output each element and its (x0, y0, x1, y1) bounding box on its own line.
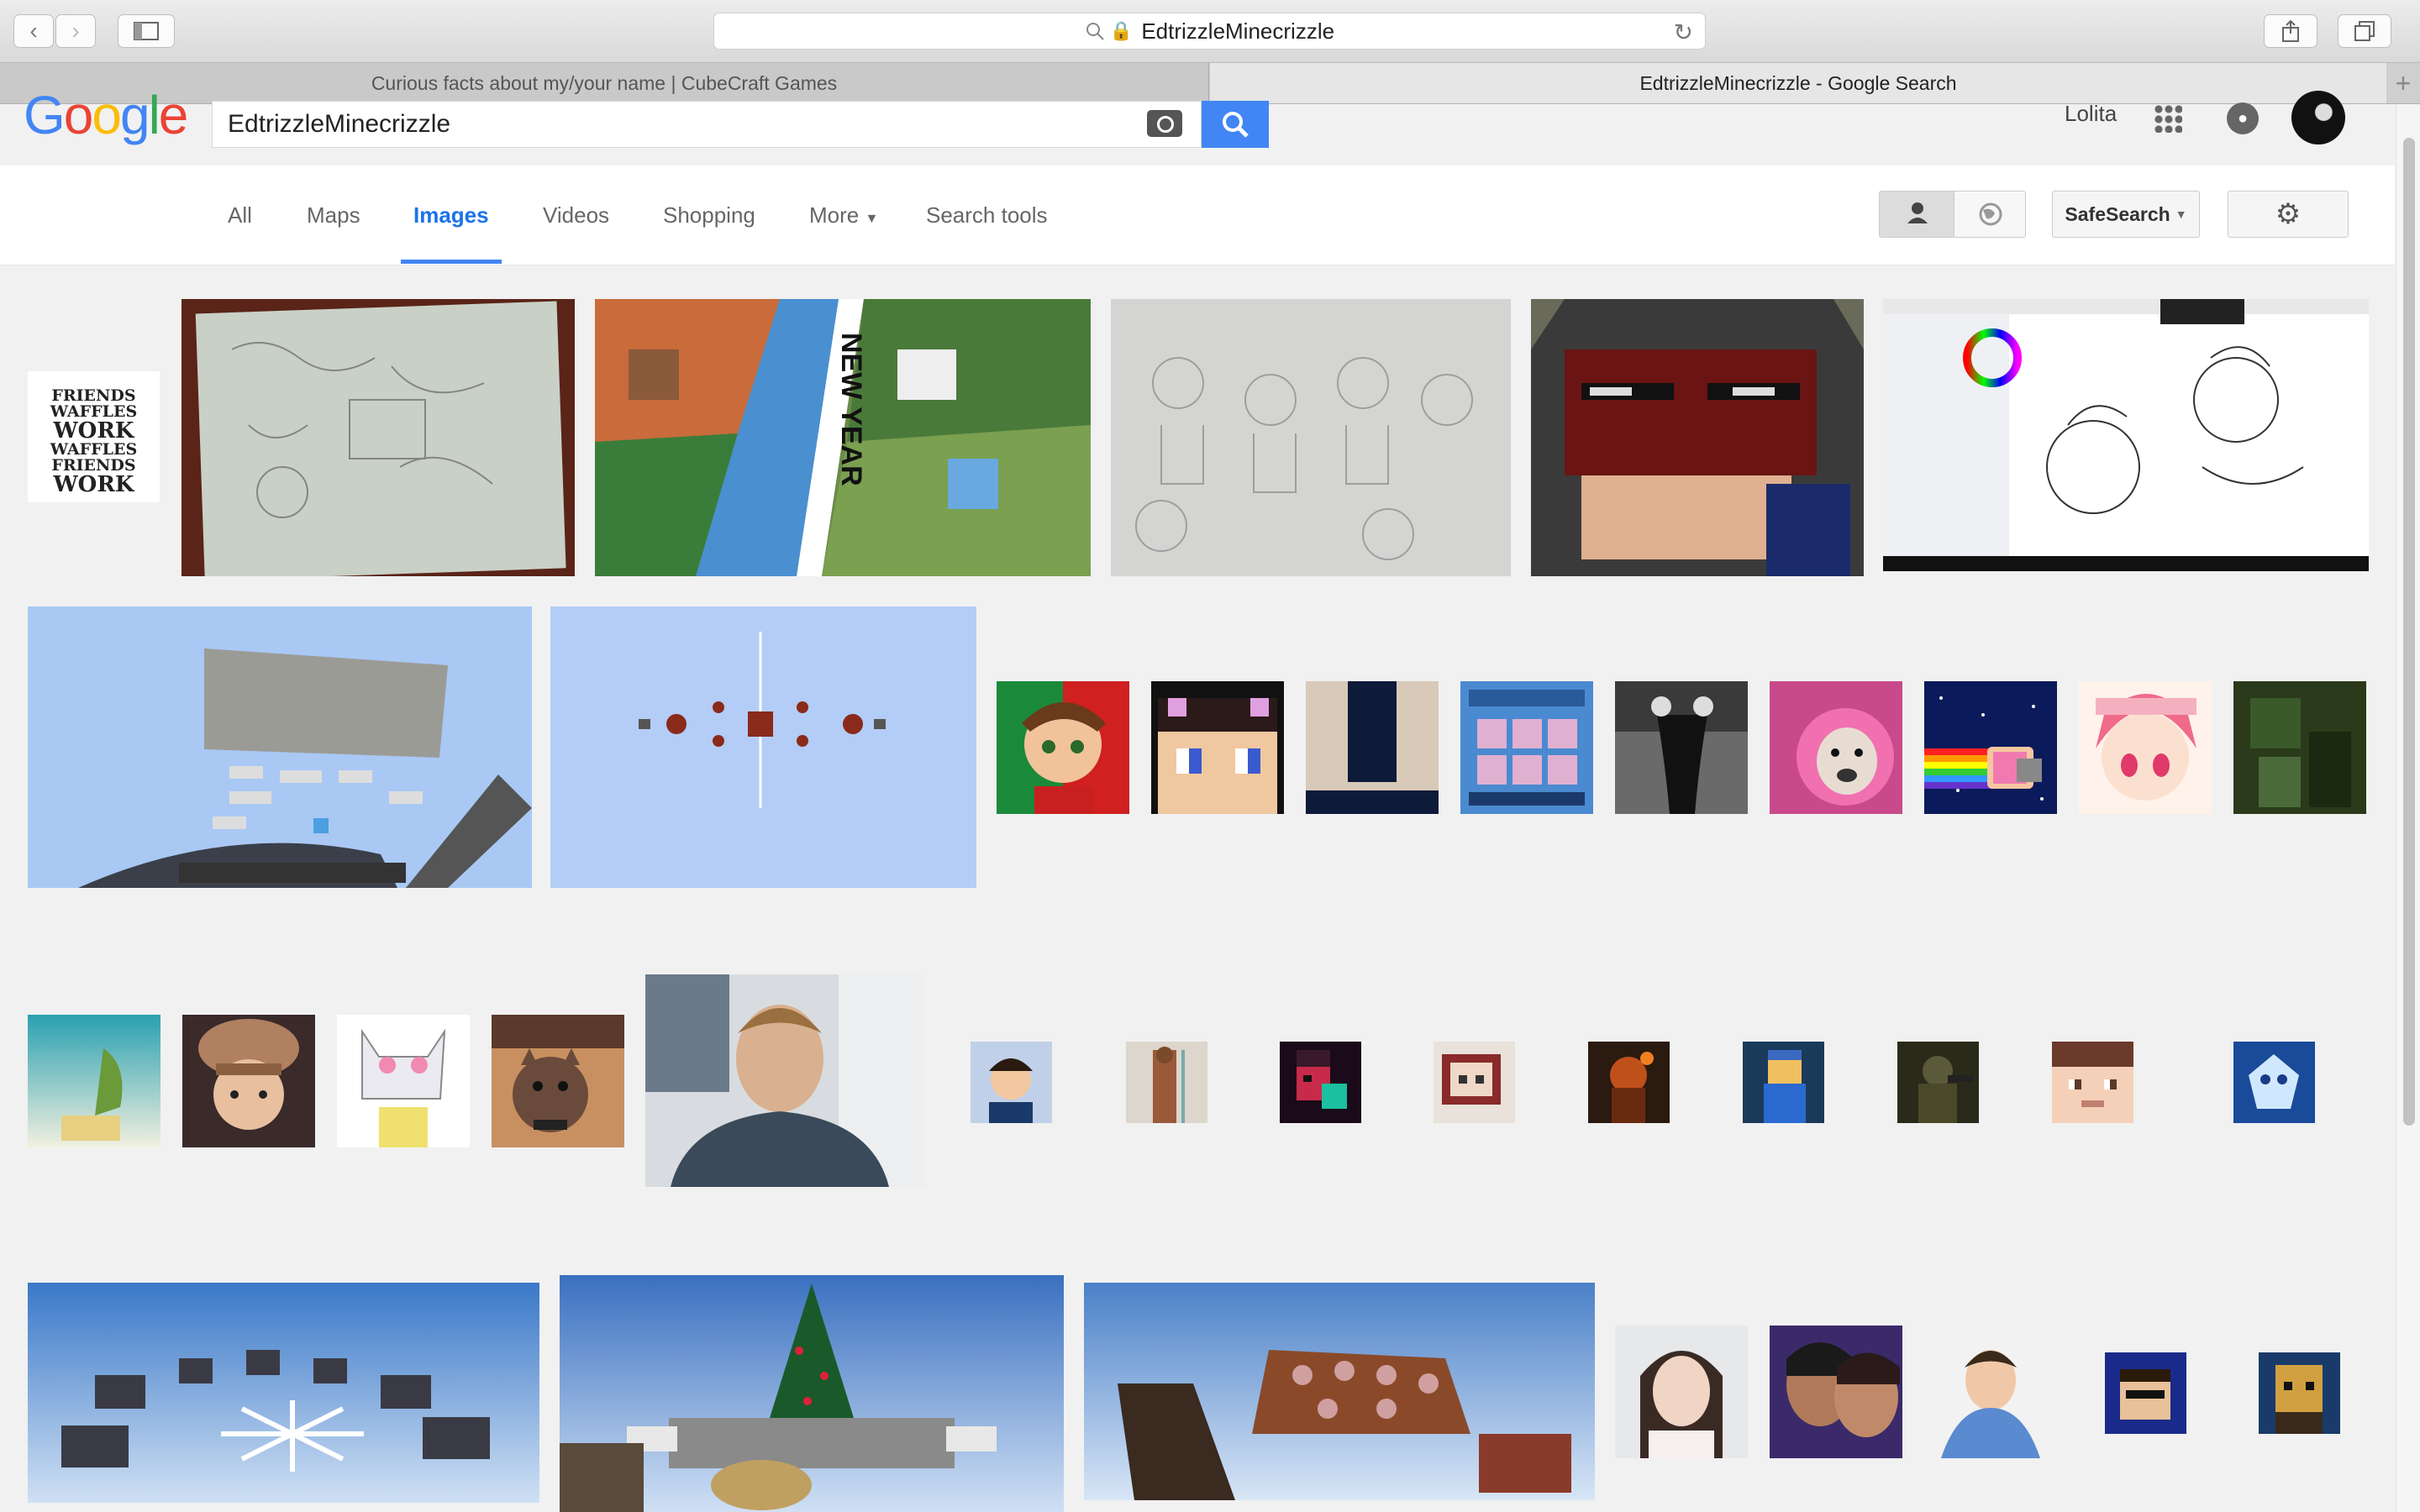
image-result[interactable] (1615, 681, 1748, 814)
image-result[interactable] (997, 681, 1129, 814)
nav-shopping[interactable]: Shopping (663, 202, 755, 228)
chevron-down-icon: ▼ (2175, 207, 2187, 221)
tabs-icon (2354, 21, 2375, 41)
image-result[interactable] (1084, 1283, 1595, 1500)
share-button[interactable] (2264, 14, 2317, 48)
apps-icon[interactable] (2154, 104, 2182, 133)
back-button[interactable]: ‹ (13, 14, 54, 48)
settings-button[interactable]: ⚙ (2228, 191, 2349, 238)
search-button[interactable] (1202, 101, 1269, 148)
image-result[interactable] (2105, 1352, 2186, 1434)
image-result[interactable] (28, 1015, 160, 1147)
image-result[interactable] (1924, 681, 2057, 814)
browser-toolbar: ‹ › 🔒 EdtrizzleMinecrizzle ↻ (0, 0, 2420, 63)
tab-title: Curious facts about my/your name | CubeC… (371, 71, 838, 94)
share-icon (2282, 19, 2299, 42)
search-icon (1223, 112, 1249, 138)
search-nav: All Maps Images Videos Shopping More ▼ S… (0, 165, 2395, 265)
image-result[interactable] (1883, 299, 2369, 571)
image-result[interactable]: FRIENDS WAFFLES WORK WAFFLES FRIENDS WOR… (28, 371, 160, 502)
tab-bar: Curious facts about my/your name | CubeC… (0, 63, 2420, 104)
nav-videos[interactable]: Videos (543, 202, 609, 228)
thumb-text: WORK (53, 418, 134, 444)
image-result[interactable] (492, 1015, 624, 1147)
hide-personal-results-toggle[interactable] (1954, 191, 2026, 238)
image-result[interactable] (28, 606, 532, 888)
search-input[interactable]: EdtrizzleMinecrizzle (212, 101, 1202, 148)
image-result[interactable] (1111, 299, 1511, 576)
image-result[interactable] (1588, 1042, 1670, 1123)
image-result[interactable] (1434, 1042, 1515, 1123)
sidebar-button[interactable] (118, 14, 175, 48)
image-result[interactable] (560, 1275, 1064, 1512)
image-result[interactable] (1924, 1326, 2057, 1458)
nav-more[interactable]: More ▼ (809, 202, 878, 228)
image-result[interactable] (1151, 681, 1284, 814)
image-result[interactable] (2259, 1352, 2340, 1434)
image-result[interactable] (2079, 681, 2212, 814)
image-result[interactable]: NEW YEAR (595, 299, 1091, 576)
back-icon: ‹ (29, 18, 38, 44)
chevron-down-icon: ▼ (865, 212, 879, 226)
page-scrollbar[interactable] (2396, 104, 2420, 1512)
image-result[interactable] (1306, 681, 1439, 814)
thumb-text: WORK (53, 472, 134, 497)
forward-button[interactable]: › (55, 14, 96, 48)
tabs-overview-button[interactable] (2338, 14, 2391, 48)
image-result[interactable] (1126, 1042, 1207, 1123)
image-result[interactable] (645, 974, 924, 1187)
tab-title: EdtrizzleMinecrizzle - Google Search (1639, 71, 1957, 94)
image-result[interactable] (971, 1042, 1052, 1123)
new-year-text: NEW YEAR (835, 333, 867, 486)
image-result[interactable] (1897, 1042, 1979, 1123)
user-name[interactable]: Lolita (2065, 101, 2117, 127)
personal-results-toggle[interactable] (1879, 191, 1954, 238)
safesearch-label: SafeSearch (2065, 202, 2170, 225)
globe-icon (1979, 202, 2002, 226)
person-icon (1907, 202, 1928, 223)
image-result[interactable] (550, 606, 976, 888)
image-result[interactable] (1531, 299, 1864, 576)
search-icon (1086, 23, 1104, 40)
image-result[interactable] (2233, 1042, 2315, 1123)
image-result[interactable] (1280, 1042, 1361, 1123)
image-result[interactable] (1770, 681, 1902, 814)
nav-search-tools[interactable]: Search tools (926, 202, 1048, 228)
forward-icon: › (71, 18, 80, 44)
nav-all[interactable]: All (228, 202, 252, 228)
image-result[interactable] (1615, 1326, 1748, 1458)
active-tab-indicator (401, 260, 502, 264)
lock-icon: 🔒 (1109, 20, 1134, 41)
camera-icon[interactable] (1147, 110, 1182, 137)
image-result[interactable] (337, 1015, 470, 1147)
safesearch-dropdown[interactable]: SafeSearch ▼ (2052, 191, 2200, 238)
image-result[interactable] (1743, 1042, 1824, 1123)
nav-images[interactable]: Images (413, 202, 489, 228)
scroll-thumb[interactable] (2403, 138, 2415, 1126)
image-result[interactable] (2233, 681, 2366, 814)
google-logo[interactable]: Google (24, 84, 188, 146)
gear-icon: ⚙ (2275, 198, 2302, 230)
tab-google-search[interactable]: EdtrizzleMinecrizzle - Google Search (1210, 63, 2386, 103)
image-result[interactable] (182, 299, 575, 576)
image-result[interactable] (1460, 681, 1593, 814)
avatar[interactable] (2291, 91, 2345, 144)
search-query: EdtrizzleMinecrizzle (228, 110, 451, 138)
image-result[interactable] (182, 1015, 315, 1147)
image-result[interactable] (1770, 1326, 1902, 1458)
bell-icon[interactable]: ● (2227, 102, 2259, 134)
new-tab-button[interactable]: + (2386, 63, 2420, 103)
nav-more-label: More (809, 202, 860, 228)
image-result[interactable] (2052, 1042, 2133, 1123)
address-text: EdtrizzleMinecrizzle (1141, 18, 1335, 44)
address-bar[interactable]: 🔒 EdtrizzleMinecrizzle ↻ (713, 13, 1706, 50)
sidebar-icon (134, 22, 159, 40)
image-result[interactable] (28, 1283, 539, 1503)
reload-icon[interactable]: ↻ (1674, 18, 1693, 46)
nav-maps[interactable]: Maps (307, 202, 360, 228)
